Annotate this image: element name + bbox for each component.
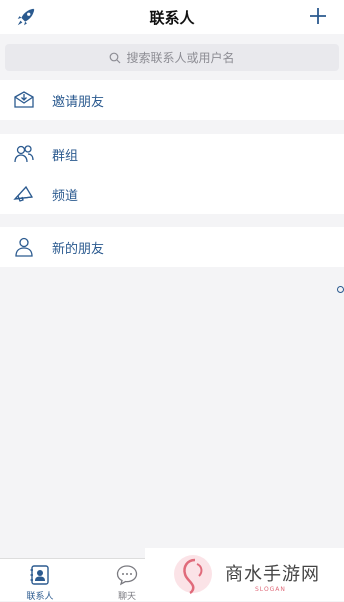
invite-section: 邀请朋友 — [0, 80, 344, 120]
list-item-label: 新的朋友 — [52, 242, 105, 257]
list-item-channels[interactable]: 频道 — [0, 174, 344, 214]
invite-icon — [14, 91, 34, 108]
contacts-icon — [30, 565, 49, 585]
list-item-label: 邀请朋友 — [52, 95, 105, 110]
top-bar: 联系人 — [0, 0, 344, 34]
watermark: 商水手游网 SLOGAN — [145, 548, 344, 600]
tab-contacts[interactable]: 联系人 — [10, 559, 70, 602]
new-friends-section: 新的朋友 — [0, 227, 344, 267]
chat-icon — [116, 565, 138, 586]
watermark-logo-icon — [174, 555, 212, 595]
plus-icon[interactable] — [308, 6, 328, 26]
search-bar[interactable]: 搜索联系人或用户名 — [5, 44, 339, 71]
list-item-groups[interactable]: 群组 — [0, 134, 344, 174]
list-item-invite-friends[interactable]: 邀请朋友 — [0, 80, 344, 120]
channel-icon — [13, 185, 34, 202]
groups-channels-section: 群组 频道 — [0, 134, 344, 214]
group-icon — [14, 145, 34, 163]
tab-label: 联系人 — [26, 592, 54, 602]
search-icon — [110, 52, 121, 63]
list-item-label: 频道 — [52, 189, 79, 204]
floating-handle[interactable] — [337, 286, 344, 293]
new-friend-icon — [15, 237, 33, 257]
list-item-new-friends[interactable]: 新的朋友 — [0, 227, 344, 267]
search-placeholder: 搜索联系人或用户名 — [126, 51, 235, 65]
list-item-label: 群组 — [52, 149, 79, 164]
page-title: 联系人 — [149, 9, 195, 27]
watermark-text: 商水手游网 — [225, 564, 320, 585]
watermark-subtext: SLOGAN — [255, 586, 286, 593]
